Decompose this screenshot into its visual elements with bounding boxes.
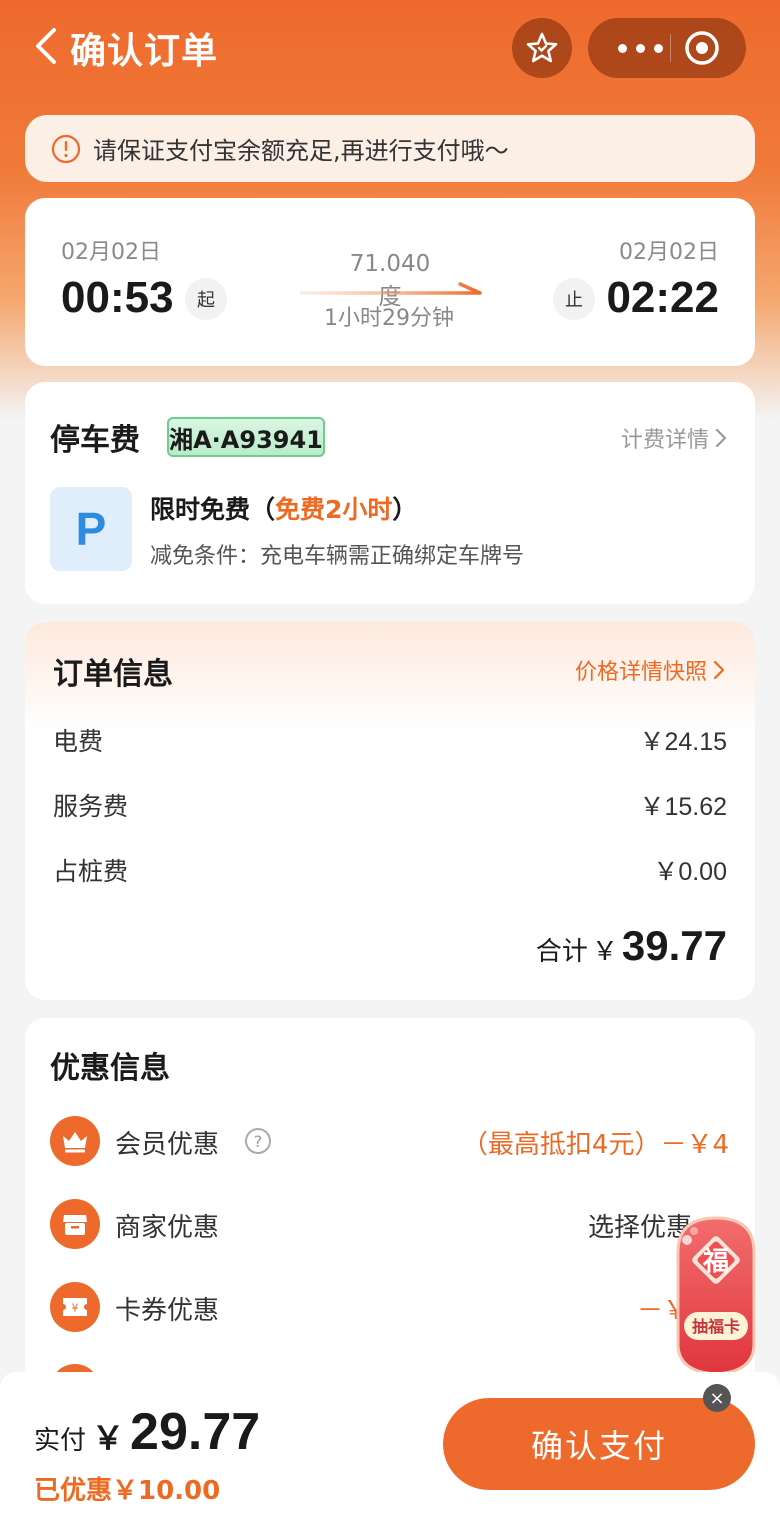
start-time: 00:53 [61,273,174,322]
shop-icon [50,1199,100,1249]
start-badge: 起 [185,278,227,320]
miniapp-capsule [588,18,746,78]
member-discount-value[interactable]: （最高抵扣4元）－￥4 [462,1124,729,1161]
pay-amount: 29.77 [130,1403,261,1461]
pay-symbol: ￥ [92,1419,125,1457]
merchant-discount-label: 商家优惠 [115,1213,220,1243]
billing-detail-label: 计费详情 [620,428,709,453]
total-amount: 39.77 [621,922,727,969]
pay-label: 实付 [34,1426,87,1456]
start-date: 02月02日 [61,240,161,265]
back-icon[interactable] [30,26,66,66]
total-symbol: ￥ [591,937,618,967]
price-snapshot-label: 价格详情快照 [574,660,707,685]
chevron-right-icon [713,660,725,680]
saved-amount: 已优惠￥10.00 [34,1476,221,1506]
close-promo-icon[interactable]: × [703,1384,731,1412]
nav-bar: 确认订单 [0,0,780,96]
star-icon [526,32,558,63]
electricity-fee-label: 电费 [53,727,104,756]
discount-card: 优惠信息 会员优惠 ? （最高抵扣4元）－￥4 商家优惠 选择优惠 ¥ 卡券优惠… [25,1018,755,1418]
end-badge: 止 [553,278,595,320]
more-icon[interactable] [610,40,670,56]
favorite-button[interactable] [512,18,572,78]
capsule-divider [670,34,671,62]
license-plate: 湘A·A93941 [167,417,325,457]
duration: 1小时29分钟 [324,306,454,331]
occupancy-fee-label: 占桩费 [53,857,129,886]
billing-detail-link[interactable]: 计费详情 [621,422,727,454]
order-title: 订单信息 [53,657,173,692]
confirm-payment-button[interactable]: 确认支付 [443,1398,755,1490]
close-miniapp-icon[interactable] [684,30,720,66]
arrow-icon [300,282,482,295]
page-title: 确认订单 [70,31,219,72]
end-time: 02:22 [606,273,719,322]
lucky-card-promo[interactable]: 福 抽福卡 [670,1212,762,1380]
service-fee-label: 服务费 [53,792,129,821]
parking-title: 停车费 [50,423,140,458]
parking-icon: P [50,487,132,571]
checkout-bar: 实付 ￥ 29.77 已优惠￥10.00 确认支付 [0,1372,780,1529]
svg-text:福: 福 [702,1247,729,1277]
warning-icon [51,134,81,163]
crown-icon [50,1116,100,1166]
coupon-discount-label: 卡券优惠 [115,1296,220,1326]
total-label: 合计 [535,937,588,967]
notice-text: 请保证支付宝余额充足,再进行支付哦～ [93,137,509,165]
parking-card: 停车费 湘A·A93941 计费详情 P 限时免费（免费2小时） 减免条件：充电… [25,382,755,604]
service-fee-value: ￥15.62 [639,793,727,821]
balance-notice: 请保证支付宝余额充足,再进行支付哦～ [25,115,755,182]
parking-condition: 减免条件：充电车辆需正确绑定车牌号 [150,544,525,569]
coupon-icon: ¥ [50,1282,100,1332]
svg-text:抽福卡: 抽福卡 [692,1317,740,1336]
charging-time-card: 02月02日 00:53 起 71.040度 1小时29分钟 02月02日 止 … [25,198,755,366]
svg-text:¥: ¥ [72,1302,79,1315]
price-snapshot-link[interactable]: 价格详情快照 [575,654,725,686]
order-info-card: 订单信息 价格详情快照 电费 ￥24.15 服务费 ￥15.62 占桩费 ￥0.… [25,622,755,1000]
chevron-right-icon [715,428,727,448]
end-date: 02月02日 [619,240,719,265]
actual-payment: 实付 ￥ 29.77 [34,1402,260,1462]
occupancy-fee-value: ￥0.00 [653,858,727,886]
help-icon[interactable]: ? [245,1128,271,1154]
member-discount-label: 会员优惠 [115,1130,220,1160]
free-parking-title: 限时免费（免费2小时） [150,495,418,524]
electricity-fee-value: ￥24.15 [639,728,727,756]
order-total: 合计 ￥ 39.77 [536,922,727,970]
discount-title: 优惠信息 [50,1051,170,1086]
